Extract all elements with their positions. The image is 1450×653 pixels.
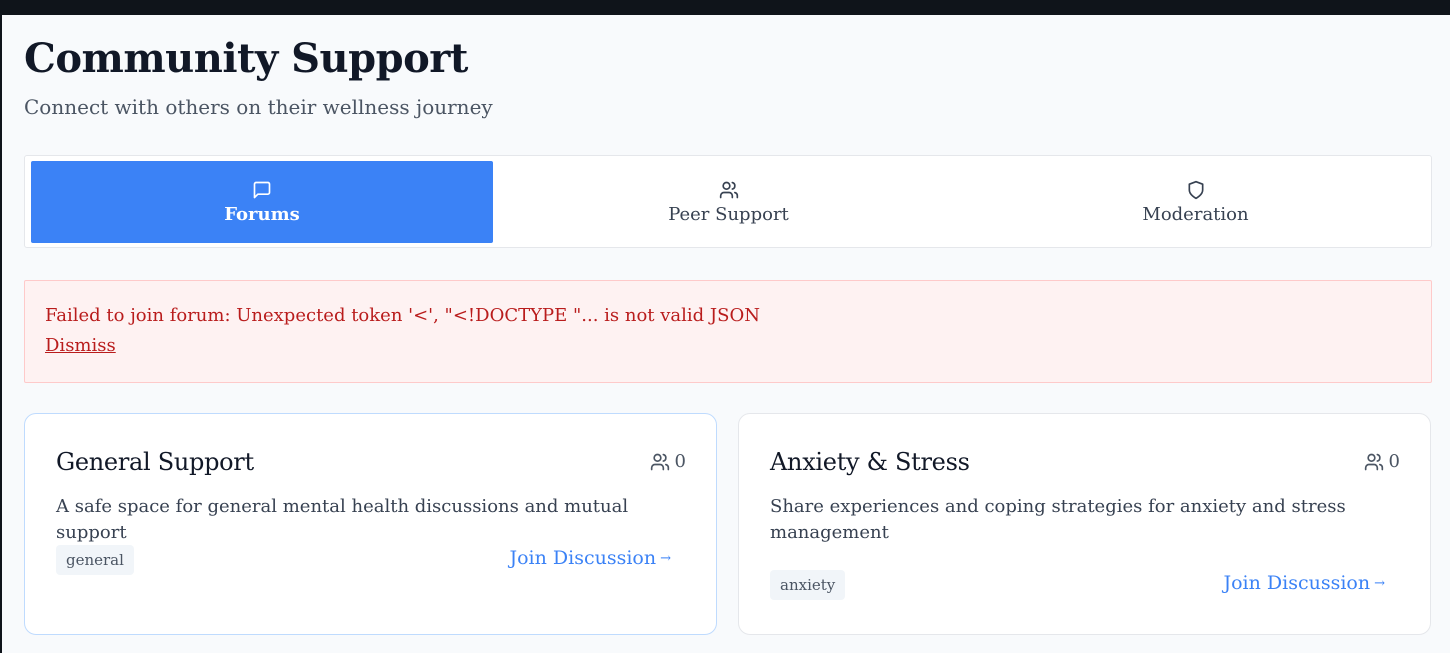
member-count-value: 0 (1388, 451, 1400, 472)
page-subtitle: Connect with others on their wellness jo… (24, 95, 493, 119)
member-count: 0 (650, 451, 686, 472)
forum-card: General Support 0 A safe space for gener… (24, 413, 717, 635)
users-icon (719, 181, 738, 198)
dismiss-link[interactable]: Dismiss (45, 331, 116, 361)
tab-forums[interactable]: Forums (31, 161, 493, 243)
arrow-right-icon: → (1374, 575, 1385, 591)
users-icon (650, 453, 669, 470)
forum-title: Anxiety & Stress (770, 448, 970, 476)
tab-peer-support-label: Peer Support (668, 203, 789, 225)
error-alert: Failed to join forum: Unexpected token '… (24, 280, 1432, 383)
arrow-right-icon: → (660, 550, 671, 566)
member-count-value: 0 (674, 451, 686, 472)
join-discussion-label: Join Discussion (1223, 572, 1371, 594)
forum-tag: general (56, 545, 134, 575)
page-title: Community Support (24, 35, 468, 82)
join-discussion-link[interactable]: Join Discussion → (509, 547, 671, 569)
forum-description: A safe space for general mental health d… (56, 496, 629, 543)
community-support-page: Community Support Connect with others on… (0, 15, 1450, 653)
forum-card: Anxiety & Stress 0 Share experiences and… (738, 413, 1431, 635)
forum-title: General Support (56, 448, 254, 476)
tab-moderation[interactable]: Moderation (962, 161, 1429, 243)
tab-forums-label: Forums (224, 203, 300, 225)
shield-icon (1188, 180, 1203, 199)
tab-moderation-label: Moderation (1142, 203, 1249, 225)
users-icon (1364, 453, 1383, 470)
forum-description: Share experiences and coping strategies … (770, 496, 1346, 543)
forum-tag: anxiety (770, 570, 846, 600)
tab-peer-support[interactable]: Peer Support (495, 161, 962, 243)
join-discussion-label: Join Discussion (509, 547, 657, 569)
message-square-icon (253, 181, 271, 198)
tab-bar: Forums Peer Support Moderation (24, 155, 1432, 248)
join-discussion-link[interactable]: Join Discussion → (1223, 572, 1385, 594)
error-message: Failed to join forum: Unexpected token '… (45, 305, 760, 326)
member-count: 0 (1364, 451, 1400, 472)
